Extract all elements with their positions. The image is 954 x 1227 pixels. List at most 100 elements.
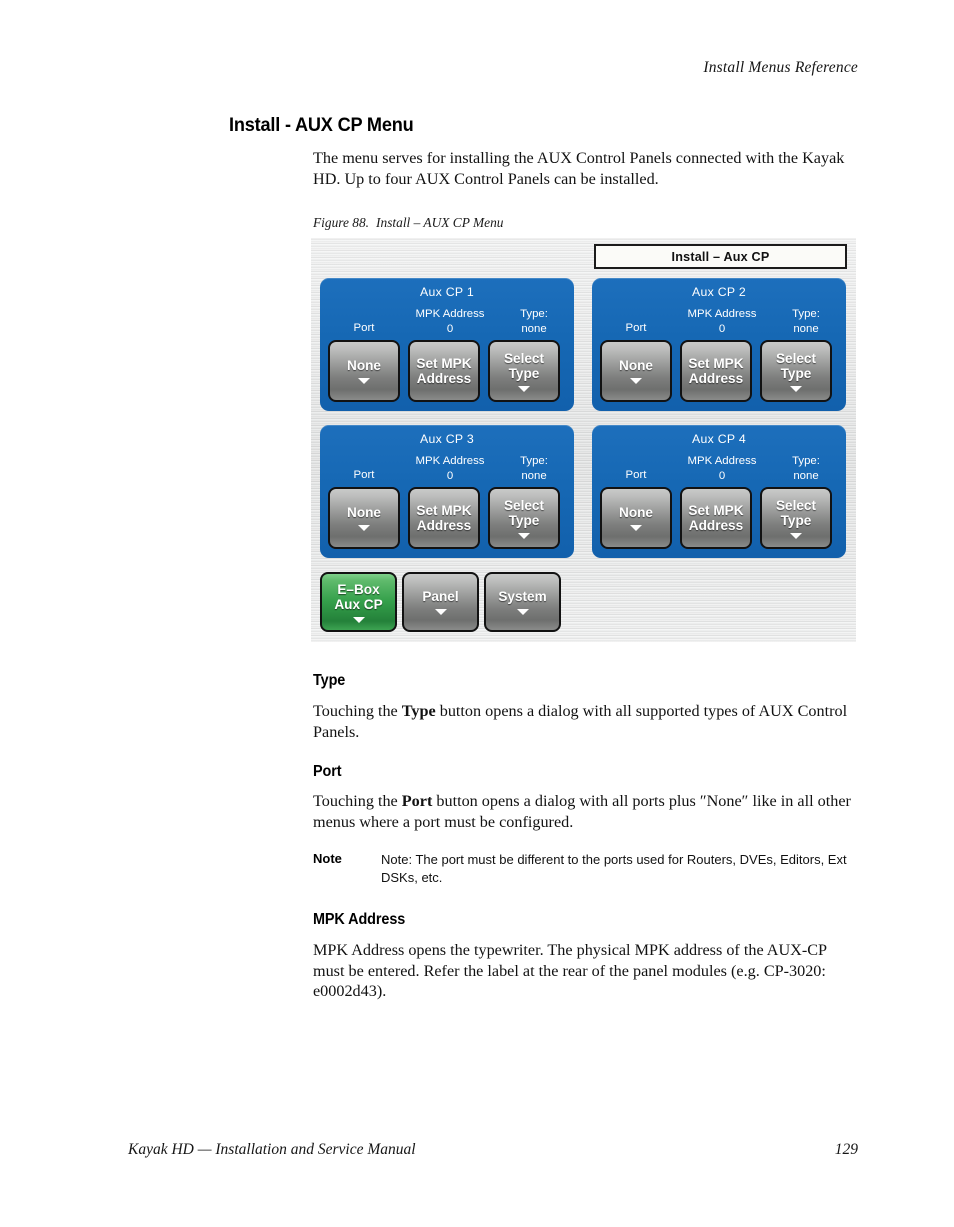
- aux-cp-4-select-type-line1: Select: [775, 497, 817, 513]
- nav-button-ebox-aux-cp-label: E–Box Aux CP: [332, 582, 384, 613]
- aux-cp-2-type-label: Type: none: [770, 307, 842, 336]
- type-body-before: Touching the: [313, 702, 402, 720]
- chevron-down-icon: [630, 377, 642, 384]
- aux-cp-2-set-mpk-line1: Set MPK: [688, 355, 744, 371]
- aux-cp-3-set-mpk-address-button[interactable]: Set MPK Address: [408, 487, 480, 549]
- nav-button-system-label: System: [498, 589, 547, 605]
- running-head: Install Menus Reference: [703, 59, 858, 76]
- aux-cp-4-set-mpk-button-label: Set MPK Address: [686, 503, 745, 534]
- aux-cp-4-set-mpk-line1: Set MPK: [688, 502, 744, 518]
- figure-caption-text: Install – AUX CP Menu: [376, 215, 504, 230]
- aux-cp-3-set-mpk-line1: Set MPK: [416, 502, 472, 518]
- chevron-down-icon: [790, 532, 802, 539]
- aux-cp-3-select-type-line2: Type: [508, 513, 540, 528]
- aux-cp-1-mpk-label-text: MPK Address: [415, 308, 485, 320]
- aux-cp-2-set-mpk-line2: Address: [688, 371, 744, 386]
- nav-button-ebox-aux-cp[interactable]: E–Box Aux CP: [320, 572, 397, 632]
- aux-cp-panel-3: Aux CP 3 Port MPK Address 0 Type: none N…: [320, 425, 574, 558]
- aux-cp-4-select-type-line2: Type: [780, 513, 812, 528]
- menu-titlebar-label: Install – Aux CP: [671, 249, 770, 264]
- aux-cp-4-title: Aux CP 4: [691, 432, 747, 446]
- note-label: Note: [313, 851, 342, 866]
- aux-cp-panel-1: Aux CP 1 Port MPK Address 0 Type: none N…: [320, 278, 574, 411]
- aux-cp-1-select-type-button[interactable]: Select Type: [488, 340, 560, 402]
- intro-paragraph: The menu serves for installing the AUX C…: [313, 149, 845, 188]
- chevron-down-icon: [518, 385, 530, 392]
- port-body-bold: Port: [401, 792, 433, 810]
- aux-cp-1-select-type-line1: Select: [503, 350, 545, 366]
- aux-cp-1-set-mpk-address-button[interactable]: Set MPK Address: [408, 340, 480, 402]
- aux-cp-4-type-label-text: Type:: [792, 455, 820, 467]
- aux-cp-3-title: Aux CP 3: [419, 432, 475, 446]
- aux-cp-3-set-mpk-button-label: Set MPK Address: [414, 503, 473, 534]
- aux-cp-2-mpk-label-text: MPK Address: [687, 308, 757, 320]
- aux-cp-1-port-label: Port: [353, 322, 375, 334]
- page-title: Install - AUX CP Menu: [229, 114, 414, 136]
- aux-cp-3-mpk-label: MPK Address 0: [404, 454, 496, 483]
- aux-cp-2-port-label: Port: [625, 322, 647, 334]
- menu-titlebar: Install – Aux CP: [594, 244, 847, 269]
- port-body-before: Touching the: [313, 792, 402, 810]
- aux-cp-3-mpk-label-text: MPK Address: [415, 455, 485, 467]
- nav-ebox-line1: E–Box: [337, 581, 380, 597]
- nav-ebox-line2: Aux CP: [334, 597, 383, 612]
- aux-cp-4-type-value: none: [793, 469, 819, 482]
- chevron-down-icon: [790, 385, 802, 392]
- aux-cp-2-select-type-button[interactable]: Select Type: [760, 340, 832, 402]
- chevron-down-icon: [358, 524, 370, 531]
- section-heading-port: Port: [313, 763, 342, 780]
- aux-cp-1-type-label: Type: none: [498, 307, 570, 336]
- figure-install-aux-cp-menu: Install – Aux CP Aux CP 1 Port MPK Addre…: [311, 238, 856, 642]
- nav-button-panel[interactable]: Panel: [402, 572, 479, 632]
- aux-cp-3-port-button-label: None: [347, 505, 381, 521]
- aux-cp-2-type-value: none: [793, 322, 819, 335]
- aux-cp-3-port-button[interactable]: None: [328, 487, 400, 549]
- figure-caption: Figure 88. Install – AUX CP Menu: [313, 215, 504, 231]
- aux-cp-3-select-type-button[interactable]: Select Type: [488, 487, 560, 549]
- note-text: Note: The port must be different to the …: [381, 852, 847, 885]
- aux-cp-3-set-mpk-line2: Address: [416, 518, 472, 533]
- aux-cp-3-select-type-line1: Select: [503, 497, 545, 513]
- aux-cp-4-select-type-button-label: Select Type: [774, 498, 818, 529]
- nav-button-panel-label: Panel: [422, 589, 459, 605]
- aux-cp-3-type-value: none: [521, 469, 547, 482]
- aux-cp-2-set-mpk-button-label: Set MPK Address: [686, 356, 745, 387]
- aux-cp-1-set-mpk-line1: Set MPK: [416, 355, 472, 371]
- section-heading-type: Type: [313, 672, 346, 689]
- aux-cp-4-set-mpk-line2: Address: [688, 518, 744, 533]
- chevron-down-icon: [518, 532, 530, 539]
- aux-cp-4-mpk-label: MPK Address 0: [676, 454, 768, 483]
- aux-cp-2-mpk-label: MPK Address 0: [676, 307, 768, 336]
- aux-cp-panel-2: Aux CP 2 Port MPK Address 0 Type: none N…: [592, 278, 846, 411]
- aux-cp-1-port-button-label: None: [347, 358, 381, 374]
- aux-cp-2-type-label-text: Type:: [792, 308, 820, 320]
- aux-cp-4-mpk-label-text: MPK Address: [687, 455, 757, 467]
- aux-cp-3-port-label: Port: [353, 469, 375, 481]
- aux-cp-3-type-label: Type: none: [498, 454, 570, 483]
- aux-cp-2-select-type-line2: Type: [780, 366, 812, 381]
- aux-cp-3-mpk-value: 0: [446, 469, 454, 482]
- aux-cp-1-mpk-value: 0: [446, 322, 454, 335]
- aux-cp-4-select-type-button[interactable]: Select Type: [760, 487, 832, 549]
- aux-cp-1-type-value: none: [521, 322, 547, 335]
- aux-cp-2-port-button[interactable]: None: [600, 340, 672, 402]
- aux-cp-4-port-button[interactable]: None: [600, 487, 672, 549]
- chevron-down-icon: [358, 377, 370, 384]
- aux-cp-2-select-type-button-label: Select Type: [774, 351, 818, 382]
- aux-cp-1-select-type-button-label: Select Type: [502, 351, 546, 382]
- aux-cp-1-title: Aux CP 1: [419, 285, 475, 299]
- aux-cp-2-title: Aux CP 2: [691, 285, 747, 299]
- aux-cp-1-port-button[interactable]: None: [328, 340, 400, 402]
- section-body-port: Touching the Port button opens a dialog …: [313, 791, 861, 832]
- chevron-down-icon: [516, 608, 529, 615]
- aux-cp-2-set-mpk-address-button[interactable]: Set MPK Address: [680, 340, 752, 402]
- aux-cp-panel-4: Aux CP 4 Port MPK Address 0 Type: none N…: [592, 425, 846, 558]
- aux-cp-4-set-mpk-address-button[interactable]: Set MPK Address: [680, 487, 752, 549]
- aux-cp-1-mpk-label: MPK Address 0: [404, 307, 496, 336]
- aux-cp-1-select-type-line2: Type: [508, 366, 540, 381]
- aux-cp-1-type-label-text: Type:: [520, 308, 548, 320]
- nav-button-system[interactable]: System: [484, 572, 561, 632]
- chevron-down-icon: [352, 616, 365, 623]
- section-body-type: Touching the Type button opens a dialog …: [313, 701, 861, 742]
- aux-cp-1-set-mpk-button-label: Set MPK Address: [414, 356, 473, 387]
